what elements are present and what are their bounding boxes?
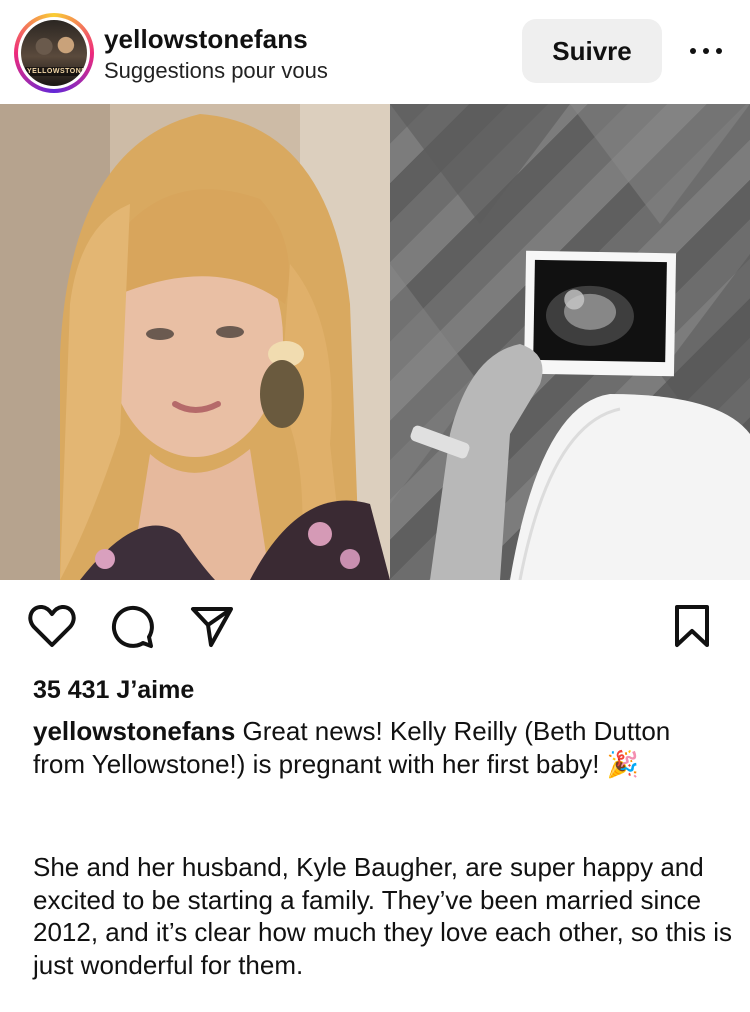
caption-username[interactable]: yellowstonefans <box>33 716 235 746</box>
likes-count[interactable]: 35 431 J’aime <box>33 676 194 705</box>
send-icon[interactable] <box>186 596 238 656</box>
heart-icon[interactable] <box>26 596 78 656</box>
ultrasound-illustration <box>390 104 750 580</box>
portrait-photo <box>0 104 390 580</box>
bookmark-icon[interactable] <box>666 596 718 656</box>
post-media[interactable] <box>0 104 750 580</box>
comment-icon[interactable] <box>106 596 158 656</box>
ultrasound-photo <box>390 104 750 580</box>
suggestion-label: Suggestions pour vous <box>104 58 328 83</box>
avatar-logo-text: YELLOWSTONE <box>25 67 87 76</box>
caption-paragraph: She and her husband, Kyle Baugher, are s… <box>33 852 733 980</box>
more-options-icon[interactable] <box>684 36 728 66</box>
post-caption: yellowstonefans Great news! Kelly Reilly… <box>33 715 723 780</box>
username[interactable]: yellowstonefans <box>104 24 308 55</box>
action-bar <box>0 596 750 660</box>
follow-button[interactable]: Suivre <box>522 19 662 83</box>
avatar[interactable]: YELLOWSTONE <box>14 13 94 93</box>
post-header: YELLOWSTONE yellowstonefans Suggestions … <box>0 0 750 104</box>
portrait-illustration <box>0 104 390 580</box>
avatar-image: YELLOWSTONE <box>21 20 87 86</box>
